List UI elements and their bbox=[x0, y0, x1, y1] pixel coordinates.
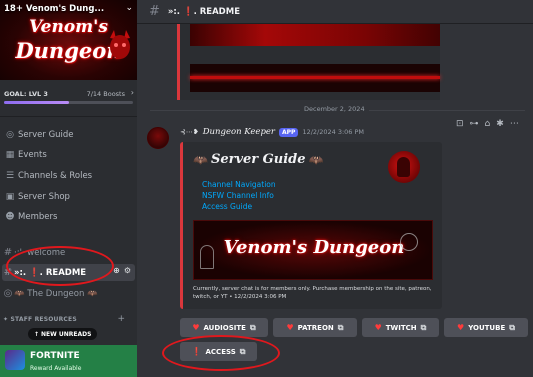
shop-icon: ▣ bbox=[5, 192, 15, 202]
plus-icon[interactable]: + bbox=[117, 314, 125, 324]
channel-actions: ⊕ ⚙ bbox=[113, 266, 131, 275]
devil-icon bbox=[110, 30, 130, 59]
fortnite-promo[interactable]: FORTNITE Reward Available bbox=[0, 345, 137, 377]
author-name[interactable]: Dungeon Keeper bbox=[203, 127, 275, 137]
twitch-button[interactable]: ♥ TWITCH ⧉ bbox=[362, 318, 439, 337]
external-link-icon: ⧉ bbox=[249, 322, 256, 332]
embed-title: 🦇 Server Guide 🦇 bbox=[193, 152, 323, 167]
skull-icon bbox=[400, 233, 418, 251]
channel-header: # »:. ❗. README bbox=[137, 0, 533, 24]
new-unreads-label: NEW UNREADS bbox=[41, 330, 92, 338]
server-sidebar: 18+ Venom's Dung... ⌄ Venom's Dungeon GO… bbox=[0, 0, 137, 377]
fortnite-icon bbox=[5, 350, 25, 370]
category-staff-resources[interactable]: ✦ STAFF RESOURCES bbox=[3, 316, 77, 323]
members-icon: ☻ bbox=[5, 212, 15, 222]
goal-label: GOAL: LVL 3 bbox=[4, 90, 48, 98]
channel-title: »:. ❗. README bbox=[167, 6, 241, 17]
nav-label: Events bbox=[18, 150, 47, 160]
annotation-circle-access bbox=[162, 335, 280, 371]
promo-title: FORTNITE bbox=[30, 351, 80, 361]
promo-subtitle: Reward Available bbox=[30, 365, 82, 372]
bat-icon: 🦇 bbox=[193, 152, 208, 167]
channel-label: 🦇 The Dungeon 🦇 bbox=[14, 288, 98, 299]
button-label: PATREON bbox=[297, 323, 334, 332]
channel-the-dungeon[interactable]: ◎ 🦇 The Dungeon 🦇 bbox=[2, 285, 135, 302]
chevron-down-icon[interactable]: ⌄ bbox=[125, 3, 133, 13]
link-nsfw-channel-info[interactable]: NSFW Channel Info bbox=[202, 191, 276, 200]
boost-progress-track bbox=[4, 101, 133, 104]
bat-icon: 🦇 bbox=[308, 152, 324, 167]
date-divider: December 2, 2024 bbox=[300, 105, 369, 113]
boost-count: 7/14 Boosts bbox=[86, 90, 125, 98]
server-guide-embed: 🦇 Server Guide 🦇 Channel Navigation NSFW… bbox=[180, 142, 442, 309]
server-banner[interactable]: 18+ Venom's Dung... ⌄ Venom's Dungeon bbox=[0, 0, 137, 80]
nav-channels-roles[interactable]: ☰ Channels & Roles bbox=[0, 167, 137, 185]
link-channel-navigation[interactable]: Channel Navigation bbox=[202, 180, 276, 189]
twitch-icon: ♥ bbox=[374, 323, 382, 332]
link-icon[interactable]: ⊶ bbox=[470, 119, 479, 129]
link-access-guide[interactable]: Access Guide bbox=[202, 202, 276, 211]
pin-icon[interactable]: ✱ bbox=[496, 119, 504, 129]
embed-links: Channel Navigation NSFW Channel Info Acc… bbox=[202, 180, 276, 211]
nav-server-shop[interactable]: ▣ Server Shop bbox=[0, 188, 137, 206]
embed-thumbnail[interactable] bbox=[388, 151, 420, 183]
button-label: YOUTUBE bbox=[468, 323, 506, 332]
id-icon[interactable]: ⊡ bbox=[456, 119, 464, 129]
chevron-right-icon: › bbox=[130, 88, 134, 97]
embed-image[interactable] bbox=[190, 24, 440, 46]
button-label: AUDIOSITE bbox=[203, 323, 246, 332]
external-link-icon: ⧉ bbox=[420, 322, 427, 332]
nav-label: Server Shop bbox=[18, 192, 70, 202]
youtube-button[interactable]: ♥ YOUTUBE ⧉ bbox=[444, 318, 528, 337]
gear-icon[interactable]: ⚙ bbox=[124, 266, 131, 275]
button-label: TWITCH bbox=[385, 323, 417, 332]
server-name[interactable]: 18+ Venom's Dung... bbox=[4, 4, 124, 14]
nav-members[interactable]: ☻ Members bbox=[0, 208, 137, 226]
nav-events[interactable]: ▦ Events bbox=[0, 146, 137, 164]
channels-roles-icon: ☰ bbox=[5, 171, 15, 181]
compass-icon: ◎ bbox=[6, 130, 14, 140]
message-timestamp: 12/2/2024 3:06 PM bbox=[302, 128, 365, 136]
patreon-button[interactable]: ♥ PATREON ⧉ bbox=[273, 318, 357, 337]
boost-progress-fill bbox=[4, 101, 69, 104]
hashtag-icon: # bbox=[149, 4, 160, 19]
annotation-circle-readme bbox=[6, 246, 114, 286]
calendar-icon: ▦ bbox=[5, 150, 15, 160]
previous-embed bbox=[177, 24, 440, 100]
app-badge: APP bbox=[278, 127, 299, 137]
author-prefix: ⊰⋯❥ bbox=[180, 128, 199, 136]
embed-footer: Currently, server chat is for members on… bbox=[193, 286, 432, 300]
invite-icon[interactable]: ⊕ bbox=[113, 266, 120, 275]
nav-label: Channels & Roles bbox=[18, 171, 93, 181]
youtube-icon: ♥ bbox=[457, 323, 465, 332]
heart-icon: ♥ bbox=[192, 323, 200, 332]
arrow-up-icon: ↑ bbox=[34, 330, 40, 338]
voice-icon: ◎ bbox=[3, 288, 13, 299]
message-header: ⊰⋯❥ Dungeon Keeper APP 12/2/2024 3:06 PM bbox=[180, 127, 364, 137]
embed-title-text: Server Guide bbox=[210, 152, 306, 167]
nav-label: Members bbox=[18, 212, 58, 222]
nav-server-guide[interactable]: ◎ Server Guide bbox=[0, 126, 137, 144]
embed-image-text: Venom's Dungeon bbox=[223, 237, 405, 258]
new-unreads-pill[interactable]: ↑ NEW UNREADS bbox=[28, 328, 98, 340]
external-link-icon: ⧉ bbox=[337, 322, 344, 332]
divider bbox=[0, 116, 137, 117]
embed-image[interactable] bbox=[190, 64, 440, 92]
more-icon[interactable]: ⋯ bbox=[510, 119, 519, 129]
patreon-icon: ♥ bbox=[286, 323, 294, 332]
message-toolbar: ⊡ ⊶ ⌂ ✱ ⋯ bbox=[456, 119, 519, 129]
thread-icon[interactable]: ⌂ bbox=[485, 119, 491, 129]
embed-image[interactable]: Venom's Dungeon bbox=[193, 220, 433, 280]
external-link-icon: ⧉ bbox=[509, 322, 515, 332]
avatar[interactable] bbox=[147, 127, 169, 149]
nav-label: Server Guide bbox=[18, 130, 74, 140]
boost-goal[interactable]: GOAL: LVL 3 7/14 Boosts › bbox=[0, 86, 137, 110]
